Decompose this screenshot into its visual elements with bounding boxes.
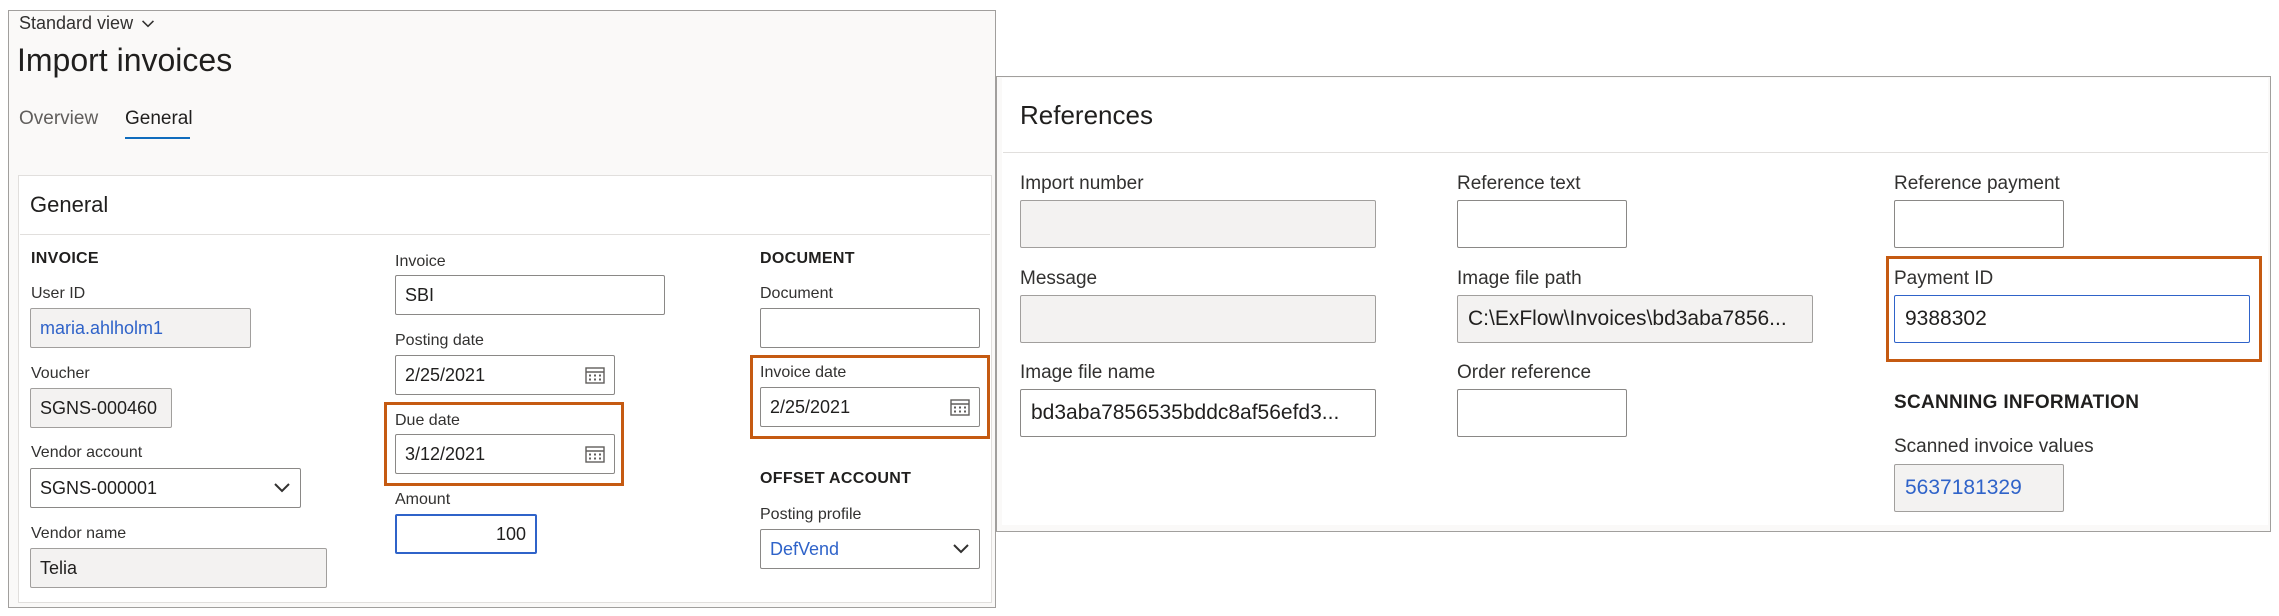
user-id-field[interactable]: maria.ahlholm1 <box>30 308 251 348</box>
tab-general-underline <box>125 137 190 139</box>
calendar-icon[interactable] <box>950 398 970 416</box>
voucher-field[interactable]: SGNS-000460 <box>30 388 172 428</box>
references-divider <box>1003 152 2268 153</box>
payment-id-label: Payment ID <box>1894 268 1994 289</box>
payment-id-value: 9388302 <box>1905 307 1987 330</box>
offset-account-heading: OFFSET ACCOUNT <box>760 470 912 487</box>
order-reference-label: Order reference <box>1457 362 1592 383</box>
reference-text-label: Reference text <box>1457 173 1581 194</box>
due-date-label: Due date <box>395 412 460 429</box>
scanning-information-heading: SCANNING INFORMATION <box>1894 392 2140 413</box>
reference-text-field[interactable] <box>1457 200 1627 248</box>
general-section-title[interactable]: General <box>30 192 108 218</box>
amount-field[interactable]: 100 <box>395 514 537 554</box>
vendor-account-value: SGNS-000001 <box>40 477 158 498</box>
invoice-group-heading: INVOICE <box>31 250 99 267</box>
posting-profile-value: DefVend <box>770 538 840 559</box>
image-file-path-label: Image file path <box>1457 268 1582 289</box>
image-file-path-field[interactable]: C:\ExFlow\Invoices\bd3aba7856... <box>1457 295 1813 343</box>
invoice-field[interactable]: SBI <box>395 275 665 315</box>
user-id-label: User ID <box>31 285 86 302</box>
vendor-name-value: Telia <box>40 557 78 578</box>
order-reference-field[interactable] <box>1457 389 1627 437</box>
tab-general[interactable]: General <box>125 108 193 130</box>
view-selector[interactable]: Standard view <box>19 13 155 34</box>
calendar-icon[interactable] <box>585 366 605 384</box>
invoice-date-label: Invoice date <box>760 364 847 381</box>
image-file-name-field[interactable]: bd3aba7856535bddc8af56efd3... <box>1020 389 1376 437</box>
references-section-title[interactable]: References <box>1020 100 1153 131</box>
invoice-label: Invoice <box>395 253 446 270</box>
image-file-name-value: bd3aba7856535bddc8af56efd3... <box>1031 401 1340 424</box>
document-group-heading: DOCUMENT <box>760 250 855 267</box>
payment-id-field[interactable]: 9388302 <box>1894 295 2250 343</box>
posting-profile-select[interactable]: DefVend <box>760 529 980 569</box>
import-number-label: Import number <box>1020 173 1144 194</box>
user-id-value: maria.ahlholm1 <box>40 317 164 338</box>
vendor-account-select[interactable]: SGNS-000001 <box>30 468 301 508</box>
page-title: Import invoices <box>17 42 233 78</box>
reference-payment-label: Reference payment <box>1894 173 2060 194</box>
message-field[interactable] <box>1020 295 1376 343</box>
document-field[interactable] <box>760 308 980 348</box>
chevron-down-icon <box>142 19 155 27</box>
tab-overview[interactable]: Overview <box>19 108 98 130</box>
scanned-invoice-values-label: Scanned invoice values <box>1894 436 2094 457</box>
scanned-invoice-values-value: 5637181329 <box>1905 476 2022 499</box>
amount-value: 100 <box>495 523 526 544</box>
reference-payment-field[interactable] <box>1894 200 2064 248</box>
posting-date-field[interactable]: 2/25/2021 <box>395 355 615 395</box>
message-label: Message <box>1020 268 1098 289</box>
view-selector-label: Standard view <box>19 13 134 33</box>
voucher-value: SGNS-000460 <box>40 397 158 418</box>
due-date-value: 3/12/2021 <box>405 443 486 464</box>
vendor-name-field[interactable]: Telia <box>30 548 327 588</box>
document-label: Document <box>760 285 833 302</box>
voucher-label: Voucher <box>31 365 90 382</box>
amount-label: Amount <box>395 491 451 508</box>
section-divider <box>20 234 990 235</box>
invoice-date-value: 2/25/2021 <box>770 396 851 417</box>
vendor-name-label: Vendor name <box>31 525 127 542</box>
calendar-icon[interactable] <box>585 445 605 463</box>
import-number-field[interactable] <box>1020 200 1376 248</box>
vendor-account-label: Vendor account <box>31 444 143 461</box>
scanned-invoice-values-field[interactable]: 5637181329 <box>1894 464 2064 512</box>
image-file-path-value: C:\ExFlow\Invoices\bd3aba7856... <box>1468 307 1787 330</box>
invoice-value: SBI <box>405 284 435 305</box>
image-file-name-label: Image file name <box>1020 362 1156 383</box>
posting-profile-label: Posting profile <box>760 506 862 523</box>
due-date-field[interactable]: 3/12/2021 <box>395 434 615 474</box>
posting-date-value: 2/25/2021 <box>405 364 486 385</box>
chevron-down-icon[interactable] <box>952 543 970 555</box>
chevron-down-icon[interactable] <box>273 482 291 494</box>
posting-date-label: Posting date <box>395 332 484 349</box>
invoice-date-field[interactable]: 2/25/2021 <box>760 387 980 427</box>
